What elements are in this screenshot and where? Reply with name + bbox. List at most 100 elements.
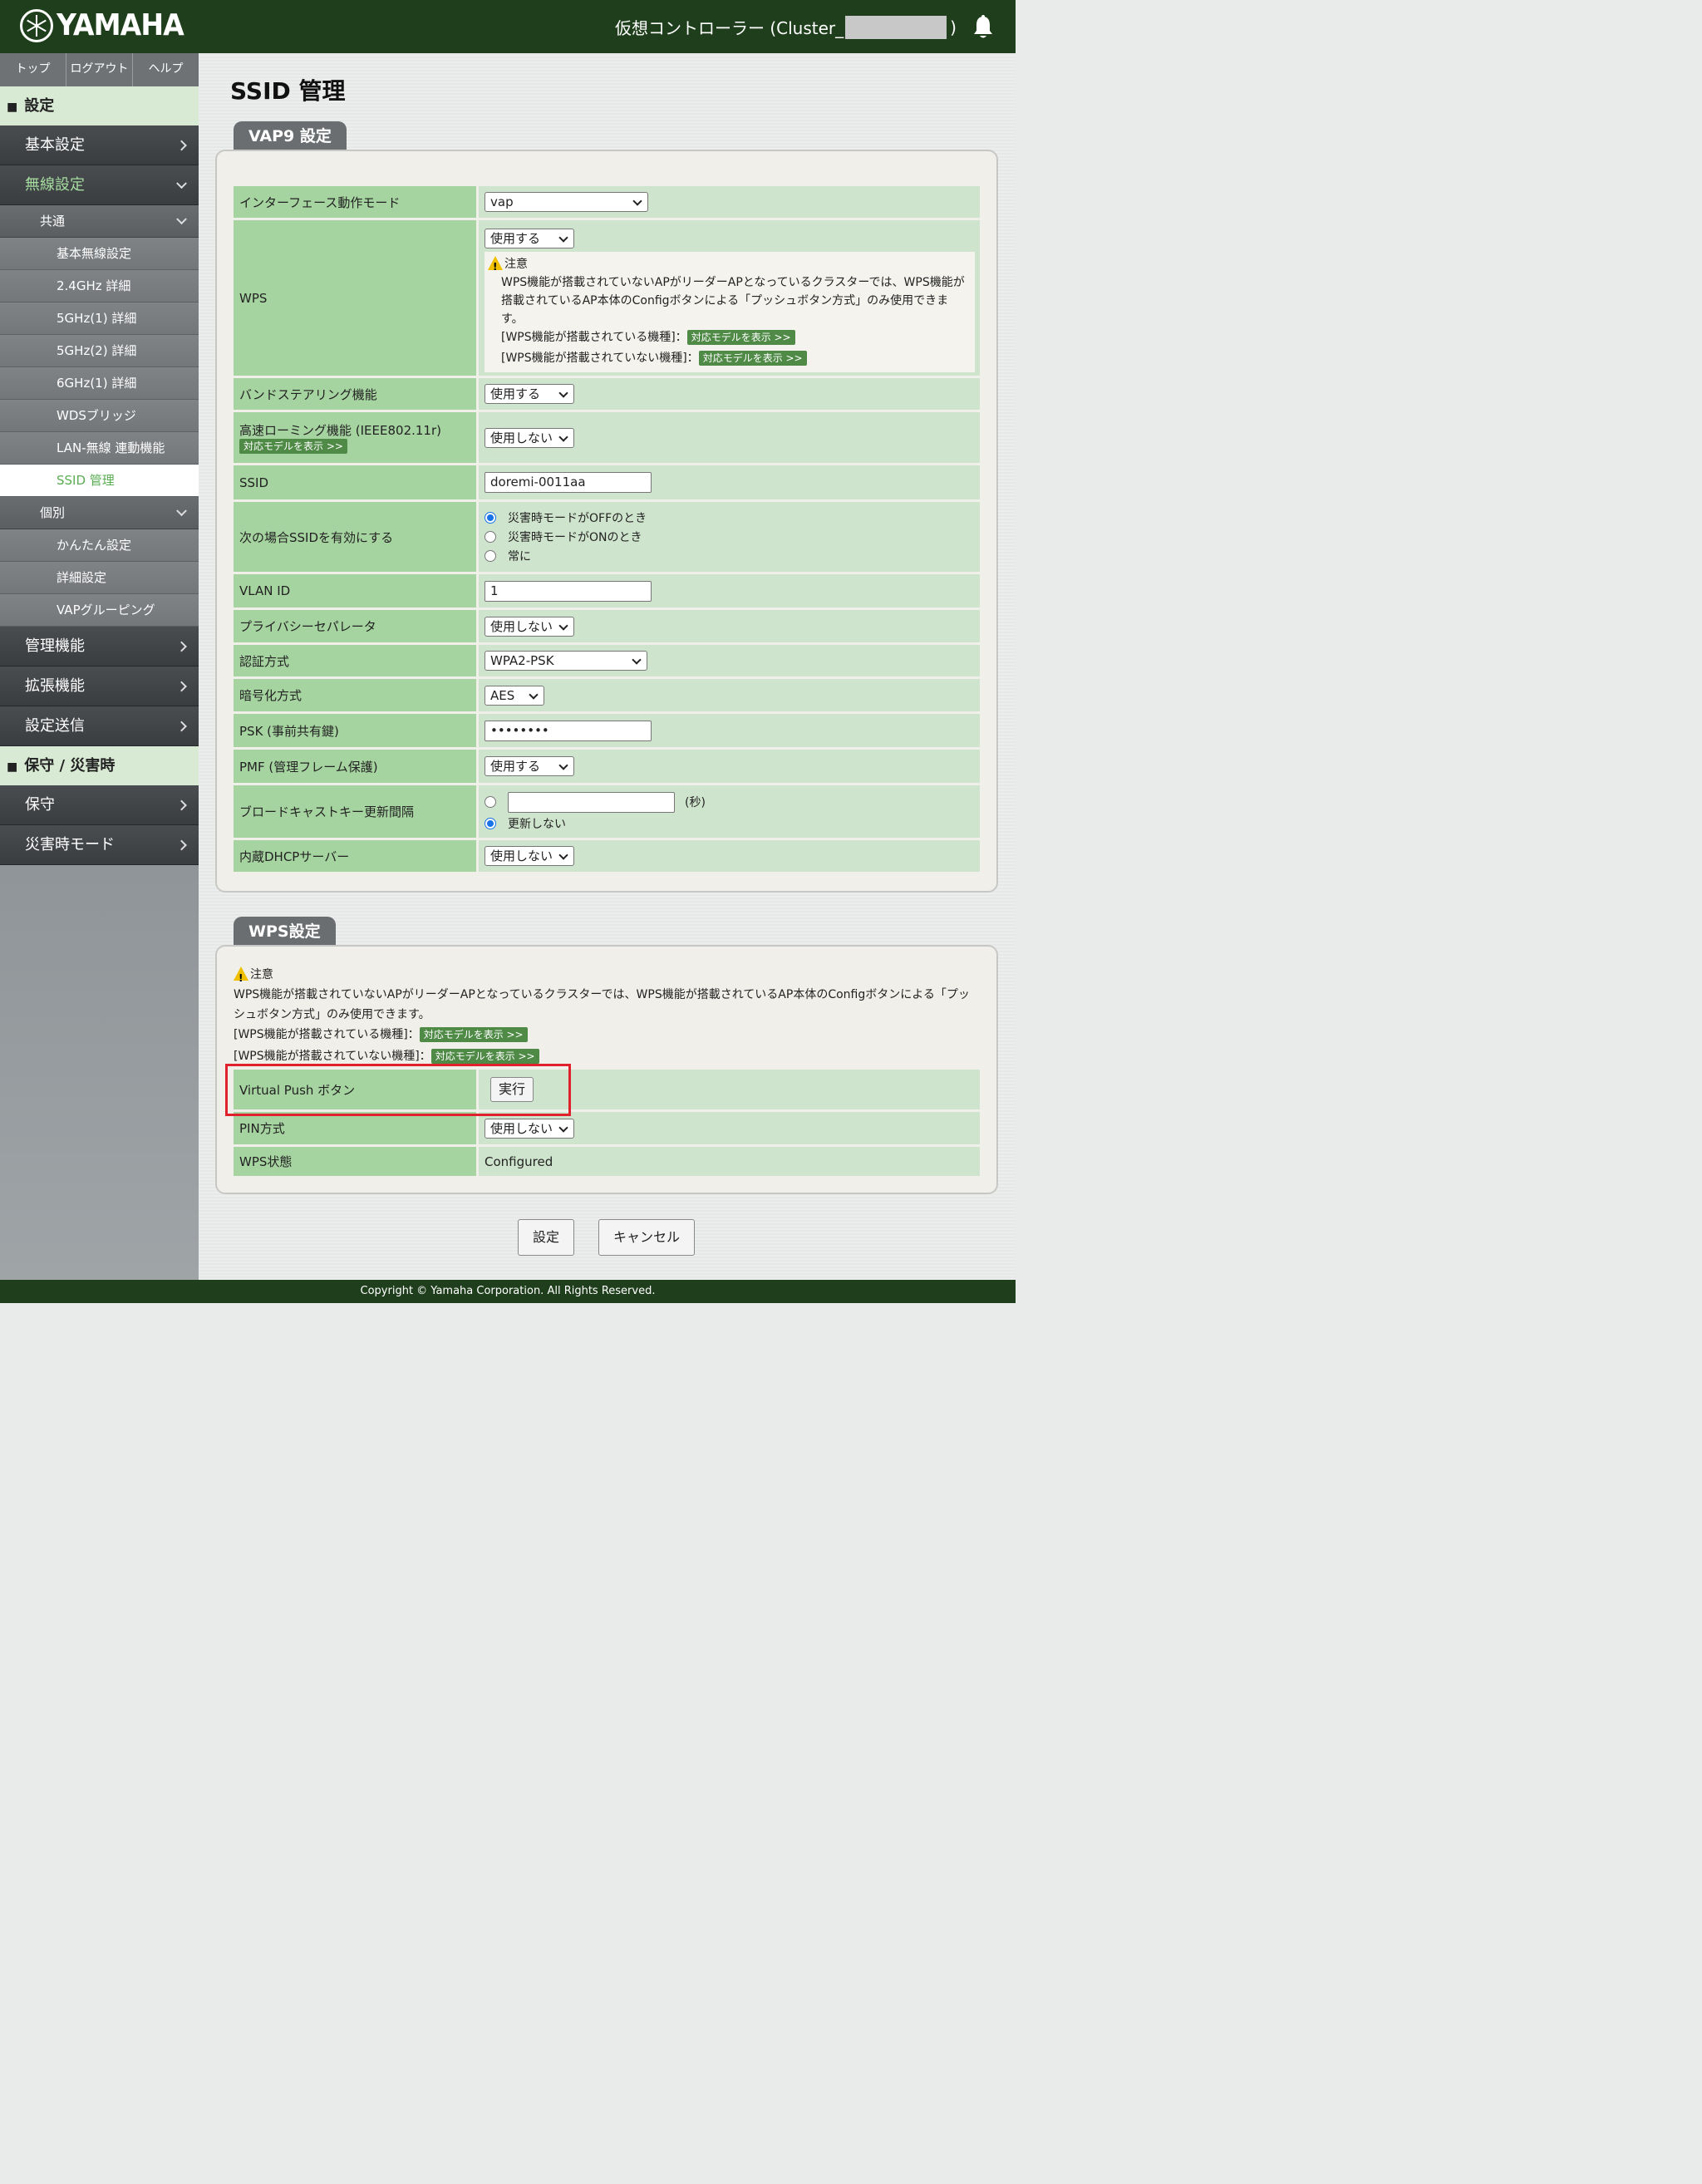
- sidebar-item-send[interactable]: 設定送信: [0, 706, 199, 746]
- sidebar-item-5ghz2[interactable]: 5GHz(2) 詳細: [0, 335, 199, 367]
- radio-label: 災害時モードがONのとき: [508, 531, 642, 544]
- radio-label: 常に: [508, 550, 531, 563]
- radio-label: 災害時モードがOFFのとき: [508, 512, 647, 525]
- fast-roaming-select[interactable]: 使用しない: [485, 427, 574, 448]
- row-encryption: 暗号化方式 AES: [234, 679, 980, 714]
- pmf-select[interactable]: 使用する: [485, 756, 574, 776]
- show-models-button[interactable]: 対応モデルを表示 >>: [430, 1049, 539, 1064]
- radio-always[interactable]: [485, 550, 496, 562]
- row-vlan: VLAN ID 1: [234, 574, 980, 610]
- sidebar-item-maint[interactable]: 保守: [0, 785, 199, 825]
- wps-state-label: WPS状態: [234, 1147, 479, 1178]
- sidebar-item-wireless[interactable]: 無線設定: [0, 165, 199, 205]
- wps-label: WPS: [234, 220, 479, 378]
- ssid-enable-label: 次の場合SSIDを有効にする: [234, 502, 479, 574]
- note-not-equipped: [WPS機能が搭載されていない機種]：: [234, 1050, 431, 1063]
- sidebar-item-lan-link[interactable]: LAN-無線 連動機能: [0, 432, 199, 465]
- sidebar-item-disaster[interactable]: 災害時モード: [0, 825, 199, 865]
- note-equipped: [WPS機能が搭載されている機種]：: [501, 331, 687, 344]
- warning-icon: [488, 256, 503, 276]
- dhcp-select[interactable]: 使用しない: [485, 846, 574, 866]
- sidebar-item-label: 無線設定: [25, 176, 85, 194]
- sidebar-item-detail[interactable]: 詳細設定: [0, 562, 199, 594]
- radio-interval[interactable]: [485, 796, 496, 808]
- chevron-right-icon: [176, 839, 187, 850]
- sidebar-item-common[interactable]: 共通: [0, 205, 199, 238]
- row-broadcast-key: ブロードキャストキー更新間隔 (秒) 更新しない: [234, 785, 980, 840]
- if-mode-label: インターフェース動作モード: [234, 186, 479, 220]
- yamaha-logo[interactable]: YAMAHA: [20, 8, 194, 42]
- show-models-button[interactable]: 対応モデルを表示 >>: [686, 330, 795, 345]
- chevron-down-icon: [176, 505, 187, 517]
- sidebar-item-24ghz[interactable]: 2.4GHz 詳細: [0, 270, 199, 303]
- note-title: 注意: [250, 968, 273, 981]
- tuning-fork-icon: [20, 8, 53, 42]
- encryption-select[interactable]: AES: [485, 685, 544, 706]
- pin-label: PIN方式: [234, 1112, 479, 1147]
- sidebar-item-ext[interactable]: 拡張機能: [0, 667, 199, 706]
- psk-label: PSK (事前共有鍵): [234, 714, 479, 750]
- pmf-label: PMF (管理フレーム保護): [234, 750, 479, 785]
- radio-never-update[interactable]: [485, 817, 496, 829]
- wps-note: 注意 WPS機能が搭載されていないAPがリーダーAPとなっているクラスターでは、…: [234, 965, 980, 1066]
- ssid-label: SSID: [234, 465, 479, 502]
- controller-name: 仮想コントローラー (Cluster_): [615, 15, 957, 39]
- sidebar-item-label: 拡張機能: [25, 677, 85, 695]
- sidebar-item-basic-wireless[interactable]: 基本無線設定: [0, 238, 199, 270]
- sidebar-item-ssid[interactable]: SSID 管理: [0, 465, 199, 497]
- show-models-button[interactable]: 対応モデルを表示 >>: [239, 439, 347, 455]
- vlan-input[interactable]: 1: [485, 580, 652, 602]
- row-wps-state: WPS状態 Configured: [234, 1147, 980, 1178]
- encryption-label: 暗号化方式: [234, 679, 479, 714]
- highlight-box: [225, 1064, 571, 1116]
- band-steering-select[interactable]: 使用する: [485, 384, 574, 404]
- privacy-select[interactable]: 使用しない: [485, 616, 574, 637]
- nav-logout-link[interactable]: ログアウト: [66, 53, 133, 86]
- show-models-button[interactable]: 対応モデルを表示 >>: [419, 1027, 528, 1042]
- ssid-input[interactable]: doremi-0011aa: [485, 472, 652, 493]
- interval-unit: (秒): [685, 796, 706, 809]
- row-auth: 認証方式 WPA2-PSK: [234, 645, 980, 679]
- wps-select[interactable]: 使用する: [485, 229, 574, 248]
- sidebar-item-basic[interactable]: 基本設定: [0, 125, 199, 165]
- page-title: SSID 管理: [230, 77, 346, 105]
- privacy-label: プライバシーセパレータ: [234, 610, 479, 645]
- sidebar-item-wds[interactable]: WDSブリッジ: [0, 400, 199, 432]
- sidebar-item-label: 保守: [25, 796, 55, 814]
- sidebar-item-vap-group[interactable]: VAPグルーピング: [0, 594, 199, 627]
- nav-help-link[interactable]: ヘルプ: [133, 53, 199, 86]
- warning-icon: [234, 967, 248, 988]
- chevron-right-icon: [176, 681, 187, 691]
- nav-top-link[interactable]: トップ: [0, 53, 66, 86]
- note-title: 注意: [504, 258, 528, 271]
- row-psk: PSK (事前共有鍵) ••••••••: [234, 714, 980, 750]
- chevron-down-icon: [176, 177, 187, 189]
- sidebar-item-individual[interactable]: 個別: [0, 497, 199, 529]
- radio-disaster-on[interactable]: [485, 531, 496, 543]
- row-privacy: プライバシーセパレータ 使用しない: [234, 610, 980, 645]
- pin-select[interactable]: 使用しない: [485, 1118, 574, 1139]
- if-mode-select[interactable]: vap: [485, 192, 648, 212]
- cancel-button[interactable]: キャンセル: [598, 1219, 695, 1256]
- top-nav: トップ ログアウト ヘルプ: [0, 53, 199, 86]
- row-dhcp: 内蔵DHCPサーバー 使用しない: [234, 840, 980, 874]
- sidebar-item-label: 管理機能: [25, 637, 85, 655]
- radio-disaster-off[interactable]: [485, 512, 496, 524]
- interval-input[interactable]: [508, 791, 675, 813]
- row-pin: PIN方式 使用しない: [234, 1112, 980, 1147]
- vap-settings-table: インターフェース動作モード vap WPS 使用する 注意 WPS機能が搭載され…: [234, 186, 980, 874]
- tab-vap9-settings: VAP9 設定: [234, 121, 347, 151]
- apply-button[interactable]: 設定: [518, 1219, 574, 1256]
- note-text: WPS機能が搭載されていないAPがリーダーAPとなっているクラスターでは、WPS…: [501, 276, 965, 326]
- radio-label: 更新しない: [508, 817, 566, 831]
- bell-icon[interactable]: [972, 15, 994, 40]
- sidebar-item-mgmt[interactable]: 管理機能: [0, 627, 199, 667]
- note-equipped: [WPS機能が搭載されている機種]：: [234, 1028, 420, 1041]
- sidebar-item-5ghz1[interactable]: 5GHz(1) 詳細: [0, 303, 199, 335]
- sidebar-item-easy[interactable]: かんたん設定: [0, 529, 199, 562]
- sidebar-item-6ghz1[interactable]: 6GHz(1) 詳細: [0, 367, 199, 400]
- auth-select[interactable]: WPA2-PSK: [485, 651, 647, 671]
- psk-input[interactable]: ••••••••: [485, 720, 652, 741]
- show-models-button[interactable]: 対応モデルを表示 >>: [698, 351, 807, 366]
- row-ssid-enable: 次の場合SSIDを有効にする 災害時モードがOFFのとき 災害時モードがONのと…: [234, 502, 980, 574]
